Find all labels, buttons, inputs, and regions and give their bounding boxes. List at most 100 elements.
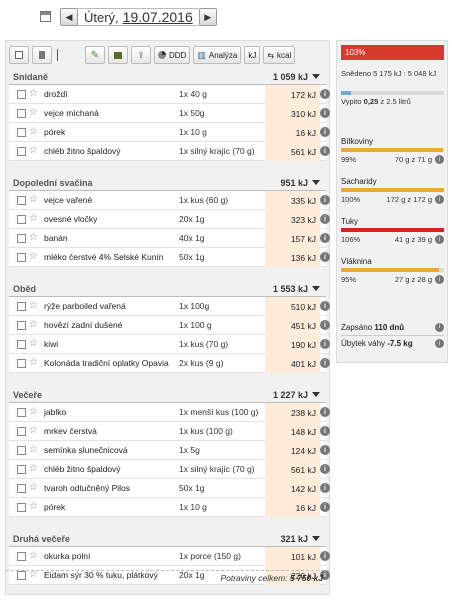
star-icon[interactable]: ☆ [29,502,41,512]
food-amount[interactable]: 50x 1g [179,252,205,262]
food-amount[interactable]: 1x kus (70 g) [179,339,228,349]
prev-day-button[interactable]: ◀ [60,8,78,26]
info-icon[interactable]: i [320,483,330,493]
meal-header[interactable]: Dopolední svačina 951 kJ [9,175,326,191]
info-icon[interactable]: i [320,146,330,156]
select-all-button[interactable] [9,46,29,64]
food-amount[interactable]: 1x menší kus (100 g) [179,407,258,417]
info-icon[interactable]: i [320,464,330,474]
info-icon[interactable]: i [435,155,444,164]
info-icon[interactable]: i [435,195,444,204]
food-row[interactable]: ☆ kiwi 1x kus (70 g) 190 kJ i [9,335,330,354]
row-checkbox[interactable] [17,233,26,243]
info-icon[interactable]: i [320,214,330,224]
chevron-down-icon[interactable] [312,180,320,185]
meal-header[interactable]: Oběd 1 553 kJ [9,281,326,297]
food-row[interactable]: ☆ rýže parboiled vařená 1x 100g 510 kJ i [9,297,330,316]
next-day-button[interactable]: ▶ [198,8,217,26]
row-checkbox[interactable] [17,127,26,137]
star-icon[interactable]: ☆ [29,301,41,311]
food-row[interactable]: ☆ pórek 1x 10 g 16 kJ i [9,498,330,517]
star-icon[interactable]: ☆ [29,358,41,368]
food-row[interactable]: ☆ vejce míchaná 1x 50g 310 kJ i [9,104,330,123]
row-checkbox[interactable] [17,89,26,99]
food-row[interactable]: ☆ Kolonáda tradiční oplatky Opavia 2x kus … [9,354,330,373]
food-row[interactable]: ☆ hovězí zadní dušené 1x 100 g 451 kJ i [9,316,330,335]
food-name[interactable]: pórek [44,502,65,512]
food-name[interactable]: chléb žitno špaldový [44,464,121,474]
info-icon[interactable]: i [320,89,330,99]
info-icon[interactable]: i [320,195,330,205]
row-checkbox[interactable] [17,464,26,474]
row-checkbox[interactable] [17,320,26,330]
star-icon[interactable]: ☆ [29,464,41,474]
analyza-button[interactable]: ▥ Analýza [193,46,242,64]
ddd-button[interactable]: DDD [154,46,191,64]
info-icon[interactable]: i [320,339,330,349]
chevron-down-icon[interactable] [312,536,320,541]
food-name[interactable]: chléb žitno špaldový [44,146,121,156]
date-value[interactable]: 19.07.2016 [123,9,193,25]
food-name[interactable]: vejce vařené [44,195,92,205]
star-icon[interactable]: ☆ [29,108,41,118]
food-amount[interactable]: 1x silný krajíc (70 g) [179,146,255,156]
star-icon[interactable]: ☆ [29,339,41,349]
food-amount[interactable]: 40x 1g [179,233,205,243]
food-name[interactable]: mléko čerstvé 4% Selské Kunín [44,252,164,262]
row-checkbox[interactable] [17,108,26,118]
food-name[interactable]: tvaroh odtučněný Pilos [44,483,130,493]
meal-header[interactable]: Druhá večeře 321 kJ [9,531,326,547]
food-amount[interactable]: 1x silný krajíc (70 g) [179,464,255,474]
info-icon[interactable]: i [435,275,444,284]
row-checkbox[interactable] [17,214,26,224]
info-icon[interactable]: i [320,108,330,118]
row-checkbox[interactable] [17,339,26,349]
star-icon[interactable]: ☆ [29,252,41,262]
food-row[interactable]: ☆ vejce vařené 1x kus (60 g) 335 kJ i [9,191,330,210]
food-row[interactable]: ☆ jablko 1x menší kus (100 g) 238 kJ i [9,403,330,422]
row-checkbox[interactable] [17,502,26,512]
food-amount[interactable]: 20x 1g [179,214,205,224]
food-amount[interactable]: 1x 10 g [179,127,207,137]
current-date[interactable]: Úterý, 19.07.2016 [78,8,199,26]
delete-button[interactable] [32,46,52,64]
info-icon[interactable]: i [435,322,444,332]
food-amount[interactable]: 1x 40 g [179,89,207,99]
food-amount[interactable]: 1x kus (60 g) [179,195,228,205]
row-checkbox[interactable] [17,252,26,262]
info-icon[interactable]: i [320,127,330,137]
row-checkbox[interactable] [17,445,26,455]
food-row[interactable]: ☆ chléb žitno špaldový 1x silný krajíc (70… [9,460,330,479]
food-row[interactable]: ☆ droždí 1x 40 g 172 kJ i [9,85,330,104]
food-row[interactable]: ☆ tvaroh odtučněný Pilos 50x 1g 142 kJ i [9,479,330,498]
kcal-button[interactable]: ⇆ kcal [263,46,296,64]
export-button[interactable]: ⇪ [131,46,151,64]
star-icon[interactable]: ☆ [29,195,41,205]
info-icon[interactable]: i [435,235,444,244]
food-name[interactable]: semínka slunečnicová [44,445,128,455]
food-amount[interactable]: 1x kus (100 g) [179,426,233,436]
food-name[interactable]: ovesné vločky [44,214,97,224]
food-row[interactable]: ☆ pórek 1x 10 g 16 kJ i [9,123,330,142]
chevron-down-icon[interactable] [312,286,320,291]
row-checkbox[interactable] [17,407,26,417]
info-icon[interactable]: i [320,502,330,512]
food-name[interactable]: kiwi [44,339,58,349]
info-icon[interactable]: i [320,233,330,243]
chevron-down-icon[interactable] [312,74,320,79]
folder-button[interactable] [108,46,128,64]
food-name[interactable]: hovězí zadní dušené [44,320,122,330]
food-name[interactable]: rýže parboiled vařená [44,301,126,311]
info-icon[interactable]: i [435,339,444,348]
star-icon[interactable]: ☆ [29,146,41,156]
meal-header[interactable]: Večeře 1 227 kJ [9,387,326,403]
food-row[interactable]: ☆ semínka slunečnicová 1x 5g 124 kJ i [9,441,330,460]
row-checkbox[interactable] [17,483,26,493]
food-row[interactable]: ☆ ovesné vločky 20x 1g 323 kJ i [9,210,330,229]
star-icon[interactable]: ☆ [29,320,41,330]
food-name[interactable]: okurka polní [44,551,90,561]
info-icon[interactable]: i [320,320,330,330]
row-checkbox[interactable] [17,358,26,368]
food-amount[interactable]: 2x kus (9 g) [179,358,223,368]
food-amount[interactable]: 1x 5g [179,445,200,455]
